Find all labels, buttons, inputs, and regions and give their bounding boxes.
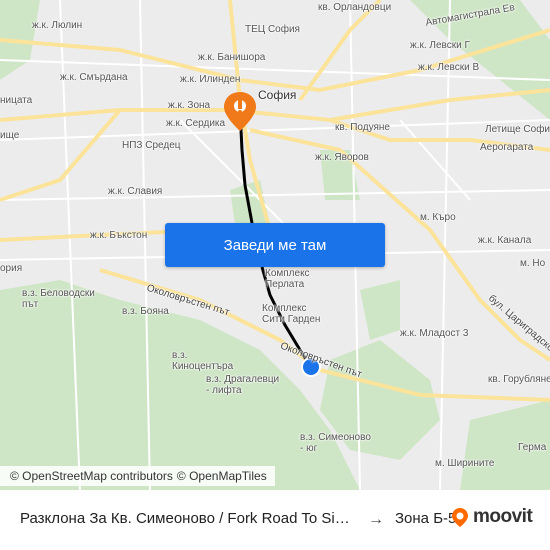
moovit-logo[interactable]: moovit — [449, 506, 533, 528]
map-label: кв. Горубляне — [488, 374, 550, 385]
map-label: м. Къро — [420, 212, 456, 223]
map-label-dragalevtsi: в.з. Драгалевци - лифта — [206, 374, 280, 396]
openmaptiles-link[interactable]: © OpenMapTiles — [177, 469, 267, 483]
map-label: Летище Софи — [485, 124, 550, 135]
map-label: ж.к. Младост 3 — [400, 328, 469, 339]
map-label: ж.к. Илинден — [180, 74, 241, 85]
map-label: ж.к. Канала — [478, 235, 532, 246]
map-label: ж.к. Бъкстон — [90, 230, 148, 241]
map-label: НПЗ Средец — [122, 140, 181, 151]
destination-pin-icon[interactable] — [224, 92, 256, 131]
map-label: ж.к. Левски Г — [410, 40, 470, 51]
take-me-there-button[interactable]: Заведи ме там — [165, 223, 385, 267]
map-label: ж.к. Зона — [168, 100, 211, 111]
route-origin-text: Разклона За Кв. Симеоново / Fork Road To… — [20, 510, 360, 527]
map-label: София — [258, 88, 297, 102]
map-label: ж.к. Яворов — [315, 152, 369, 163]
map-label: ницата — [0, 95, 33, 106]
map-label: Герма — [518, 442, 547, 453]
map-label: кв. Подуяне — [335, 122, 390, 133]
map-label: в.з. Бояна — [122, 306, 169, 317]
map-label-siti-garden: Комплекс Сити Гарден — [262, 303, 321, 325]
map-label: ТЕЦ София — [245, 24, 300, 35]
map-label: кв. Орландовци — [318, 2, 392, 13]
map-attribution: © OpenStreetMap contributors © OpenMapTi… — [0, 466, 275, 486]
route-destination-text: Зона Б-5 — [395, 510, 457, 527]
map-label: ж.к. Банишора — [198, 52, 266, 63]
map-label: ище — [0, 130, 20, 141]
map-label: ж.к. Славия — [108, 186, 163, 197]
map-label: м. Но — [520, 258, 546, 269]
map-label: ж.к. Сердика — [166, 118, 226, 129]
arrow-right-icon: → — [368, 511, 384, 528]
map-label-belovodski: в.з. Беловодски път — [22, 288, 95, 310]
map-label: ж.к. Смърдана — [60, 72, 128, 83]
map-label: ж.к. Левски В — [418, 62, 480, 73]
map-label: Аерогарата — [480, 142, 534, 153]
moovit-wordmark: moovit — [473, 506, 533, 527]
osm-contributors-link[interactable]: © OpenStreetMap contributors — [10, 469, 173, 483]
map-label-perlata: Комплекс Перлата — [265, 268, 310, 290]
map-label-simeonovo: в.з. Симеоново - юг — [300, 432, 371, 454]
map-label: м. Ширините — [435, 458, 495, 469]
map-label-kinotsentara: в.з. Киноцентъра — [172, 350, 234, 372]
map-label: ория — [0, 263, 23, 274]
map-view[interactable]: ж.к. Люлин кв. Орландовци Автомагистрала… — [0, 0, 550, 490]
map-label: ж.к. Люлин — [32, 20, 83, 31]
moovit-logo-icon — [452, 508, 468, 527]
